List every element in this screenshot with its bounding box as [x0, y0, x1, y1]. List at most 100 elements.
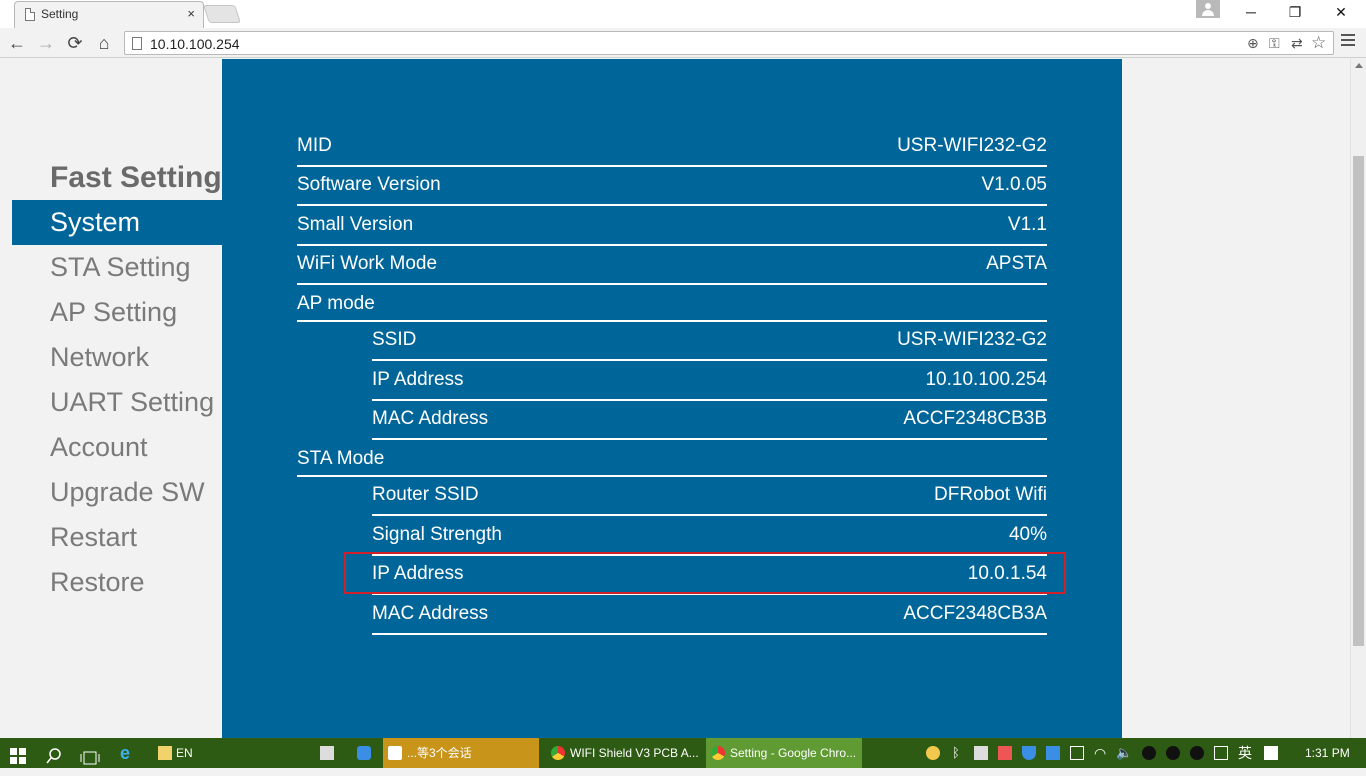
row-value: APSTA: [986, 253, 1047, 274]
home-icon[interactable]: ⌂: [93, 32, 115, 54]
wifi-icon[interactable]: ◠: [1094, 738, 1106, 768]
info-row-software-version: Software Version V1.0.05: [297, 166, 1047, 206]
highlight-box: [344, 552, 1066, 594]
web-page: Fast Setting System STA Setting AP Setti…: [0, 59, 1350, 738]
tray-app-icon[interactable]: [926, 746, 940, 760]
sidebar-item-network[interactable]: Network: [12, 335, 222, 380]
info-row-small-version: Small Version V1.1: [297, 206, 1047, 246]
info-row-ap-ip: IP Address 10.10.100.254: [372, 361, 1047, 401]
section-sta-mode: STA Mode: [297, 440, 1047, 477]
row-label: SSID: [372, 329, 417, 350]
row-label: WiFi Work Mode: [297, 253, 438, 274]
page-scrollbar[interactable]: [1350, 59, 1366, 738]
forward-icon[interactable]: →: [35, 32, 57, 54]
row-value: V1.0.05: [981, 174, 1048, 195]
restore-button[interactable]: ❐: [1272, 0, 1318, 24]
taskbar-task-chrome-setting[interactable]: Setting - Google Chro...: [706, 738, 862, 768]
chat-icon: [388, 746, 402, 760]
clock[interactable]: 1:31 PM: [1305, 738, 1350, 768]
language-indicator[interactable]: EN: [176, 738, 193, 768]
edge-browser-icon[interactable]: e: [120, 738, 130, 768]
row-label: Software Version: [297, 174, 441, 195]
pinned-app-icon[interactable]: [357, 746, 371, 760]
browser-tab[interactable]: Setting ×: [14, 1, 204, 28]
user-profile-icon[interactable]: [1196, 0, 1220, 18]
task-view-icon[interactable]: [80, 746, 100, 765]
reload-icon[interactable]: ⟳: [64, 32, 86, 54]
tray-security-icon[interactable]: [998, 746, 1012, 760]
row-label: MAC Address: [372, 603, 489, 624]
battery-icon[interactable]: [1070, 746, 1084, 760]
key-icon[interactable]: ⚿: [1269, 35, 1280, 52]
sidebar-item-fast-setting[interactable]: Fast Setting: [12, 155, 222, 200]
chrome-menu-icon[interactable]: [1341, 34, 1355, 48]
row-label: Small Version: [297, 214, 414, 235]
tab-title: Setting: [41, 7, 79, 21]
sidebar-item-upgrade-sw[interactable]: Upgrade SW: [12, 470, 222, 515]
sidebar-item-account[interactable]: Account: [12, 425, 222, 470]
volume-icon[interactable]: 🔈: [1116, 738, 1132, 768]
search-icon[interactable]: [46, 745, 62, 764]
scrollbar-thumb[interactable]: [1353, 156, 1364, 646]
sidebar-item-sta-setting[interactable]: STA Setting: [12, 245, 222, 290]
zoom-icon[interactable]: ⊕: [1247, 35, 1259, 52]
page-info-icon[interactable]: [132, 37, 142, 50]
windows-taskbar: e EN ...等3个会话 WIFI Shield V3 PCB A... Se…: [0, 738, 1366, 768]
chrome-icon: [711, 746, 725, 760]
info-row-signal-strength: Signal Strength 40%: [372, 516, 1047, 556]
store-icon[interactable]: [320, 746, 334, 760]
info-row-wifi-work-mode: WiFi Work Mode APSTA: [297, 245, 1047, 285]
sidebar-item-restore[interactable]: Restore: [12, 560, 222, 605]
bookmark-star-icon[interactable]: ☆: [1311, 33, 1326, 53]
minimize-button[interactable]: ─: [1228, 0, 1274, 24]
translate-icon[interactable]: ⇄: [1291, 35, 1303, 52]
row-value: USR-WIFI232-G2: [897, 135, 1047, 156]
scroll-up-arrow-icon[interactable]: [1355, 63, 1363, 68]
section-label: STA Mode: [297, 448, 385, 469]
new-tab-button[interactable]: [203, 5, 241, 23]
tray-pen-icon[interactable]: [1046, 746, 1060, 760]
browser-tab-bar: Setting × ─ ❐ ✕: [0, 0, 1366, 28]
qq-icon[interactable]: [1190, 746, 1204, 760]
sidebar-item-ap-setting[interactable]: AP Setting: [12, 290, 222, 335]
row-value: USR-WIFI232-G2: [897, 329, 1047, 350]
address-bar[interactable]: 10.10.100.254 ⊕ ⚿ ⇄ ☆: [124, 31, 1334, 55]
info-row-router-ssid: Router SSID DFRobot Wifi: [372, 476, 1047, 516]
back-icon[interactable]: ←: [6, 32, 28, 54]
qq-icon[interactable]: [1142, 746, 1156, 760]
row-value: ACCF2348CB3A: [903, 603, 1047, 624]
row-label: MID: [297, 135, 332, 156]
qq-icon[interactable]: [1166, 746, 1180, 760]
ime-mode-icon[interactable]: [1264, 746, 1278, 760]
file-explorer-icon[interactable]: [158, 746, 172, 760]
page-icon: [25, 8, 35, 21]
info-row-ap-ssid: SSID USR-WIFI232-G2: [372, 321, 1047, 361]
close-window-button[interactable]: ✕: [1318, 0, 1364, 24]
sidebar-item-uart-setting[interactable]: UART Setting: [12, 380, 222, 425]
chrome-icon: [551, 746, 565, 760]
taskbar-task-chrome-pcb[interactable]: WIFI Shield V3 PCB A...: [546, 738, 702, 768]
row-value: 40%: [1008, 524, 1047, 545]
browser-toolbar: ← → ⟳ ⌂ 10.10.100.254 ⊕ ⚿ ⇄ ☆: [0, 28, 1366, 58]
ime-indicator[interactable]: 英: [1238, 738, 1252, 768]
sidebar-item-system[interactable]: System: [12, 200, 222, 245]
section-label: AP mode: [297, 293, 375, 314]
url-text[interactable]: 10.10.100.254: [150, 36, 240, 52]
sidebar-nav: Fast Setting System STA Setting AP Setti…: [12, 155, 222, 605]
taskbar-task-chat[interactable]: ...等3个会话: [383, 738, 539, 768]
row-label: MAC Address: [372, 408, 489, 429]
row-label: Router SSID: [372, 484, 479, 505]
bluetooth-icon[interactable]: ᛒ: [952, 738, 960, 768]
tab-close-icon[interactable]: ×: [187, 6, 195, 21]
info-row-mid: MID USR-WIFI232-G2: [297, 127, 1047, 167]
row-value: ACCF2348CB3B: [903, 408, 1047, 429]
action-center-icon[interactable]: [1214, 746, 1228, 760]
tray-tool-icon[interactable]: [974, 746, 988, 760]
row-value: V1.1: [1007, 214, 1047, 235]
info-row-sta-mac: MAC Address ACCF2348CB3A: [372, 595, 1047, 635]
windows-start-icon[interactable]: [10, 745, 26, 764]
sidebar-item-restart[interactable]: Restart: [12, 515, 222, 560]
shield-icon[interactable]: [1022, 746, 1036, 760]
info-row-ap-mac: MAC Address ACCF2348CB3B: [372, 400, 1047, 440]
section-ap-mode: AP mode: [297, 285, 1047, 322]
